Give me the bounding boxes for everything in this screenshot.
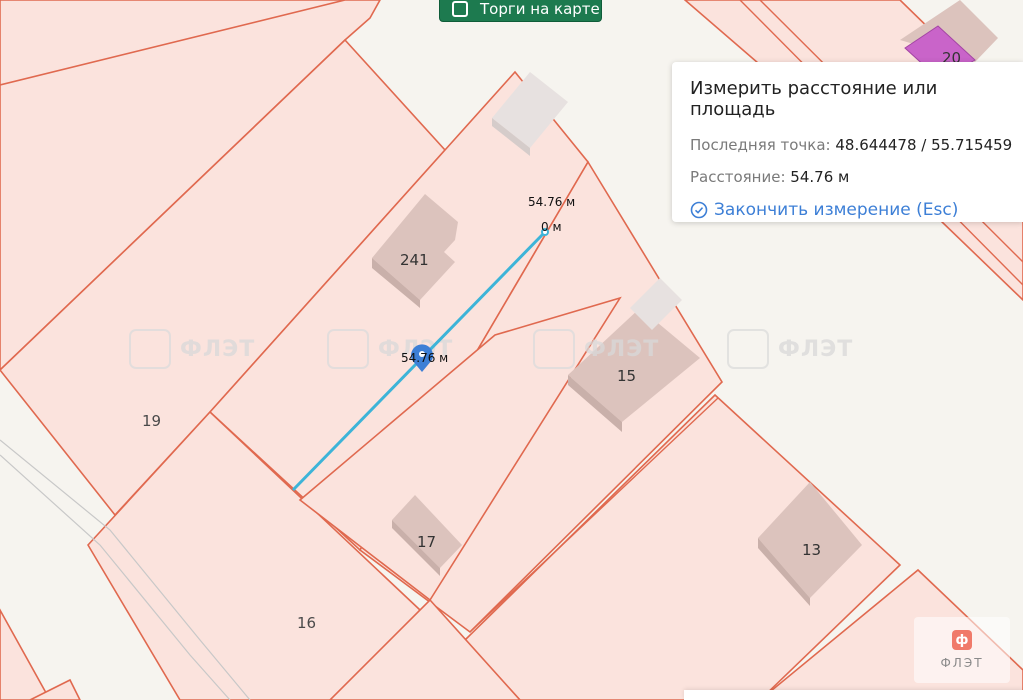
flat-logo-text: ФЛЭТ: [940, 656, 984, 670]
distance-row: Расстояние: 54.76 м: [690, 168, 1005, 186]
building-label-13: 13: [802, 541, 821, 559]
measurement-end-label: 54.76 м: [528, 195, 575, 209]
auctions-on-map-toggle[interactable]: Торги на карте: [439, 0, 602, 22]
measure-panel-title: Измерить расстояние или площадь: [690, 78, 938, 120]
plot-label-19: 19: [142, 412, 161, 430]
distance-label: Расстояние:: [690, 168, 786, 186]
watermark-text: ФЛЭТ: [180, 337, 255, 362]
last-point-value: 48.644478 / 55.715459: [835, 136, 1013, 154]
flat-logo-badge[interactable]: ф ФЛЭТ: [914, 617, 1010, 683]
measurement-start-label: 0 м: [541, 220, 562, 234]
watermark-text: ФЛЭТ: [778, 337, 853, 362]
finish-measurement-label: Закончить измерение (Esc): [714, 200, 959, 220]
measure-panel: Измерить расстояние или площадь Последня…: [672, 62, 1023, 222]
watermark-text: ФЛЭТ: [584, 337, 659, 362]
last-point-row: Последняя точка: 48.644478 / 55.715459: [690, 136, 1012, 154]
building-label-241: 241: [400, 251, 429, 269]
auctions-checkbox[interactable]: [452, 1, 468, 17]
check-circle-icon: [690, 201, 708, 219]
measurement-mid-label: 54.76 м: [401, 351, 448, 365]
bottom-panel-edge: [684, 690, 1023, 700]
flat-logo-icon: ф: [952, 630, 972, 650]
last-point-label: Последняя точка:: [690, 136, 831, 154]
auctions-label: Торги на карте: [480, 0, 600, 18]
distance-value: 54.76 м: [790, 168, 850, 186]
building-label-15: 15: [617, 367, 636, 385]
plot-label-16: 16: [297, 614, 316, 632]
building-label-17: 17: [417, 533, 436, 551]
finish-measurement-button[interactable]: Закончить измерение (Esc): [690, 200, 1005, 220]
